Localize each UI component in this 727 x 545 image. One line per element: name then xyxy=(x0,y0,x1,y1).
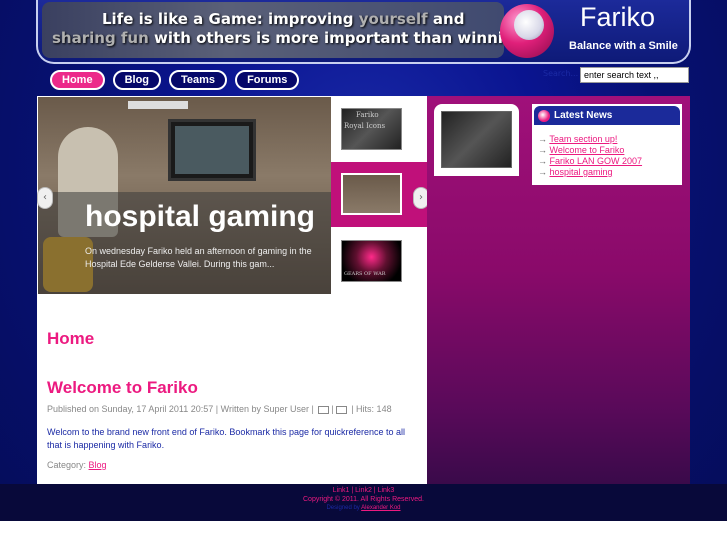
article-meta: Published on Sunday, 17 April 2011 20:57… xyxy=(47,404,392,414)
nav-home[interactable]: Home xyxy=(50,70,105,90)
thumb-image: Fariko Royal Icons xyxy=(341,108,402,150)
thumb-text: Royal Icons xyxy=(344,122,386,130)
list-item: → Fariko LAN GOW 2007 xyxy=(538,156,643,166)
list-item: → Welcome to Fariko xyxy=(538,145,625,155)
sidebar-image-box xyxy=(434,104,519,176)
news-link[interactable]: Welcome to Fariko xyxy=(550,145,625,155)
slide-thumb-3[interactable]: GEARS OF WAR xyxy=(331,229,427,294)
site-footer: Link1 | Link2 | Link3 Copyright © 2011. … xyxy=(0,484,727,521)
slideshow-prev-button[interactable]: ‹ xyxy=(37,187,53,209)
footer-link-2[interactable]: Link2 xyxy=(355,487,372,494)
article-title[interactable]: Welcome to Fariko xyxy=(47,378,198,398)
slide-image-tv xyxy=(168,119,256,181)
site-tagline: Balance with a Smile xyxy=(569,40,678,52)
slide-thumb-1[interactable]: Fariko Royal Icons xyxy=(331,97,427,162)
latest-news-title: Latest News xyxy=(554,110,613,121)
site-header: Life is like a Game: improving yourself … xyxy=(36,0,691,64)
site-title[interactable]: Fariko xyxy=(580,2,655,33)
fariko-logo-icon[interactable] xyxy=(500,4,554,58)
slide-title[interactable]: hospital gaming xyxy=(85,200,315,234)
slide-image-light xyxy=(128,101,188,109)
category-label: Category: xyxy=(47,460,89,470)
latest-news-header: Latest News xyxy=(532,104,682,127)
article-hits: | Hits: 148 xyxy=(351,404,392,414)
list-item: → Team section up! xyxy=(538,134,618,144)
slogan-line-2: sharing fun with others is more importan… xyxy=(52,29,531,47)
page-title: Home xyxy=(47,329,95,348)
thumb-text: Fariko xyxy=(356,111,379,119)
news-link[interactable]: hospital gaming xyxy=(550,167,613,177)
news-link[interactable]: Team section up! xyxy=(549,134,617,144)
list-item: → hospital gaming xyxy=(538,167,613,177)
thumb-image: GEARS OF WAR xyxy=(341,240,402,282)
nav-blog[interactable]: Blog xyxy=(112,70,162,90)
article-category: Category: Blog xyxy=(47,460,107,470)
article-meta-text: Published on Sunday, 17 April 2011 20:57… xyxy=(47,404,314,414)
footer-links: Link1 | Link2 | Link3 xyxy=(0,487,727,494)
designed-by-label: Designed by xyxy=(326,505,362,511)
designer-link[interactable]: Alexander Kod xyxy=(361,505,400,511)
fariko-logo-icon xyxy=(538,110,550,122)
thumb-image xyxy=(341,173,402,215)
main-nav: Home Blog Teams Forums xyxy=(50,70,300,90)
article-body: Welcom to the brand new front end of Far… xyxy=(47,427,406,450)
sidebar-image[interactable] xyxy=(441,111,512,168)
bottom-strip xyxy=(0,521,727,545)
main-content: hospital gaming On wednesday Fariko held… xyxy=(37,96,429,484)
search-input[interactable] xyxy=(580,67,689,83)
news-link[interactable]: Fariko LAN GOW 2007 xyxy=(550,156,643,166)
latest-news-list: → Team section up! → Welcome to Fariko →… xyxy=(532,127,682,178)
category-link[interactable]: Blog xyxy=(89,460,107,470)
print-icon[interactable] xyxy=(318,405,330,414)
latest-news-module: Latest News → Team section up! → Welcome… xyxy=(532,104,682,185)
nav-forums[interactable]: Forums xyxy=(235,70,300,90)
slogan-line-1: Life is like a Game: improving yourself … xyxy=(102,10,465,28)
copyright-text: Copyright © 2011. All Rights Reserved. xyxy=(303,496,424,503)
header-banner: Life is like a Game: improving yourself … xyxy=(42,2,530,58)
footer-link-3[interactable]: Link3 xyxy=(378,487,395,494)
nav-teams[interactable]: Teams xyxy=(169,70,228,90)
search-label: Search... xyxy=(543,69,579,78)
footer-link-1[interactable]: Link1 xyxy=(333,487,350,494)
slideshow[interactable]: hospital gaming On wednesday Fariko held… xyxy=(38,97,331,294)
email-icon[interactable] xyxy=(335,405,347,414)
thumb-text: GEARS OF WAR xyxy=(344,271,386,277)
designed-by: Designed by Alexander Kod xyxy=(0,505,727,511)
slide-description: On wednesday Fariko held an afternoon of… xyxy=(85,246,312,269)
right-sidebar: Latest News → Team section up! → Welcome… xyxy=(427,96,690,484)
